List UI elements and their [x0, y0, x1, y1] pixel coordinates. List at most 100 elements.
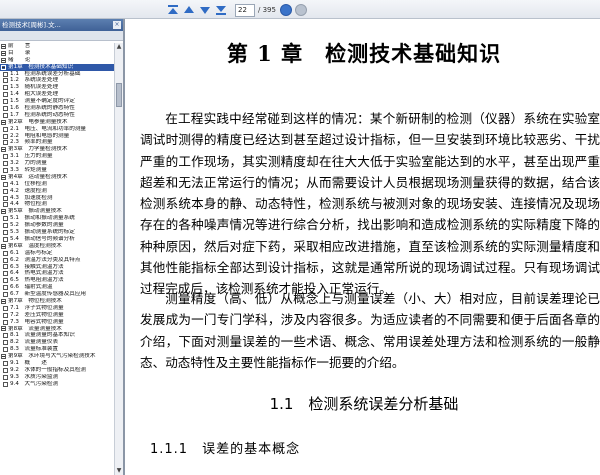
bookmark-item[interactable]: 6.2 测温方法分类及其特点 — [0, 257, 114, 264]
section-heading: 1.1 检测系统误差分析基础 — [269, 395, 459, 413]
page-icon — [3, 292, 8, 297]
bookmark-item[interactable]: 6.4 热电式测温方法 — [0, 270, 114, 277]
bookmark-item[interactable]: 9.4 大气污染检测 — [0, 381, 114, 388]
bookmark-item[interactable]: 2.1 电压、电流和功率的测量 — [0, 126, 114, 133]
bookmark-label: 第9章 水环境与大气污染检测技术 — [8, 353, 96, 360]
bookmark-item[interactable]: 3.1 压力的测量 — [0, 153, 114, 160]
bookmark-label: 1.5 测量不确定度的评定 — [10, 98, 75, 105]
last-page-icon[interactable] — [214, 3, 228, 17]
bookmark-item[interactable]: 6.1 温标与标定 — [0, 250, 114, 257]
bookmark-label: 1.4 粗大误差处理 — [10, 91, 59, 98]
bookmark-item[interactable]: 6.7 新型温度传感器及其应用 — [0, 291, 114, 298]
bookmark-item[interactable]: 9.1 概 述 — [0, 360, 114, 367]
expand-icon[interactable] — [1, 50, 6, 56]
bookmark-item[interactable]: 5.4 振动信号的频谱分析 — [0, 236, 114, 243]
bookmark-item[interactable]: 7.3 电容式物位测量 — [0, 319, 114, 326]
bookmark-item[interactable]: 第8章 流量测量技术 — [0, 326, 114, 333]
scroll-up-icon[interactable]: ▲ — [115, 43, 123, 51]
bookmark-item[interactable]: 4.3 加速度检测 — [0, 195, 114, 202]
bookmark-label: 第1章 检测技术基础知识 — [8, 63, 74, 70]
bookmark-item[interactable]: 1.1 检测系统误差分析基础 — [0, 71, 114, 78]
page-icon — [3, 312, 8, 318]
bookmark-item[interactable]: 绪 论 — [0, 57, 114, 64]
bookmark-item[interactable]: 1.7 检测系统的动态特性 — [0, 112, 114, 119]
bookmark-label: 目 录 — [8, 49, 31, 56]
bookmark-item[interactable]: 5.3 振动测量系统的标定 — [0, 229, 114, 236]
bookmark-item[interactable]: 第2章 电参量测量技术 — [0, 119, 114, 126]
bookmark-label: 第3章 力学量检测技术 — [8, 146, 68, 153]
go-back-icon[interactable] — [279, 4, 292, 16]
sidebar-scrollbar[interactable]: ▲ ▼ — [114, 43, 123, 475]
bookmark-label: 1.3 随机误差处理 — [10, 84, 59, 91]
expand-icon[interactable] — [1, 243, 6, 249]
expand-icon[interactable] — [1, 326, 6, 332]
bookmark-item[interactable]: 1.4 粗大误差处理 — [0, 91, 114, 98]
bookmark-item[interactable]: 目 录 — [0, 50, 114, 57]
bookmark-item[interactable]: 第4章 运动量检测技术 — [0, 174, 114, 181]
scrollbar-thumb[interactable] — [116, 83, 122, 107]
bookmark-item[interactable]: 6.6 辐射式测温 — [0, 284, 114, 291]
bookmark-item[interactable]: 8.1 流量测量的基本知识 — [0, 332, 114, 339]
go-forward-icon[interactable] — [294, 4, 307, 16]
expand-icon[interactable] — [1, 209, 6, 215]
bookmark-item[interactable]: 3.3 转矩测量 — [0, 167, 114, 174]
bookmark-item[interactable]: 第5章 振动测量技术 — [0, 208, 114, 215]
bookmark-item[interactable]: 7.2 差压式物位测量 — [0, 312, 114, 319]
bookmark-item[interactable]: 3.2 力的测量 — [0, 160, 114, 167]
bookmark-item[interactable]: 第9章 水环境与大气污染检测技术 — [0, 353, 114, 360]
bookmark-label: 1.7 检测系统的动态特性 — [10, 111, 75, 118]
page-number-input[interactable]: 22 — [235, 3, 255, 17]
bookmark-label: 5.4 振动信号的频谱分析 — [10, 235, 75, 242]
bookmark-item[interactable]: 5.1 振动和振动测量系统 — [0, 215, 114, 222]
first-page-icon[interactable] — [166, 3, 180, 17]
bookmark-item[interactable]: 1.5 测量不确定度的评定 — [0, 98, 114, 105]
bookmark-item[interactable]: 8.2 流量测量仪表 — [0, 339, 114, 346]
expand-icon[interactable] — [1, 354, 6, 360]
expand-icon[interactable] — [1, 298, 6, 304]
bookmark-item[interactable]: 8.3 流量标准装置 — [0, 346, 114, 353]
page-icon — [3, 229, 8, 235]
expand-icon[interactable] — [1, 64, 6, 70]
expand-icon[interactable] — [1, 174, 6, 180]
bookmark-item[interactable]: 第6章 温度检测技术 — [0, 243, 114, 250]
bookmark-item[interactable]: 1.6 检测系统的静态特性 — [0, 105, 114, 112]
bookmark-item[interactable]: 4.2 速度检测 — [0, 188, 114, 195]
bookmark-item[interactable]: 7.1 浮子式物位测量 — [0, 305, 114, 312]
page-icon — [3, 264, 8, 270]
bookmark-item[interactable]: 2.3 频率的测量 — [0, 139, 114, 146]
bookmark-item[interactable]: 第7章 物位检测技术 — [0, 298, 114, 305]
bookmark-item[interactable]: 2.2 电阻和电感的测量 — [0, 133, 114, 140]
page-icon — [3, 92, 8, 98]
page-icon — [3, 181, 8, 187]
bookmark-item[interactable]: 1.2 系统误差处理 — [0, 77, 114, 84]
bookmark-label: 绪 论 — [8, 56, 31, 63]
bookmark-item[interactable]: 第3章 力学量检测技术 — [0, 146, 114, 153]
expand-icon[interactable] — [1, 43, 6, 49]
bookmark-item[interactable]: 4.1 位移检测 — [0, 181, 114, 188]
next-page-icon[interactable] — [198, 3, 212, 17]
bookmark-item[interactable]: 第1章 检测技术基础知识 — [0, 63, 114, 71]
previous-page-icon[interactable] — [182, 3, 196, 17]
close-icon[interactable]: × — [113, 21, 121, 29]
expand-icon[interactable] — [1, 147, 6, 153]
page-icon — [3, 250, 8, 256]
expand-icon[interactable] — [1, 57, 6, 63]
scroll-down-icon[interactable]: ▼ — [115, 467, 123, 475]
bookmark-label: 8.2 流量测量仪表 — [10, 339, 59, 346]
page-icon — [3, 236, 8, 242]
bookmark-item[interactable]: 9.2 水体的一般指标及其检测 — [0, 367, 114, 374]
bookmark-item[interactable]: 4.4 物位检测 — [0, 201, 114, 208]
bookmark-item[interactable]: 6.5 热电阻测温方法 — [0, 277, 114, 284]
bookmark-item[interactable]: 前 言 — [0, 43, 114, 50]
bookmark-item[interactable]: 9.3 水质污染监测 — [0, 374, 114, 381]
bookmark-item[interactable]: 6.3 接触式测温方法 — [0, 264, 114, 271]
sidebar-tab[interactable]: 检测技术[周彬].文... × — [0, 19, 123, 31]
page-icon — [3, 223, 8, 229]
bookmark-label: 9.4 大气污染检测 — [10, 380, 59, 387]
toolbar: 22 / 395 — [0, 0, 600, 19]
bookmark-item[interactable]: 5.2 振动参数的测量 — [0, 222, 114, 229]
bookmark-item[interactable]: 1.3 随机误差处理 — [0, 84, 114, 91]
page-icon — [3, 71, 8, 77]
bookmark-label: 9.3 水质污染监测 — [10, 373, 59, 380]
expand-icon[interactable] — [1, 119, 6, 125]
